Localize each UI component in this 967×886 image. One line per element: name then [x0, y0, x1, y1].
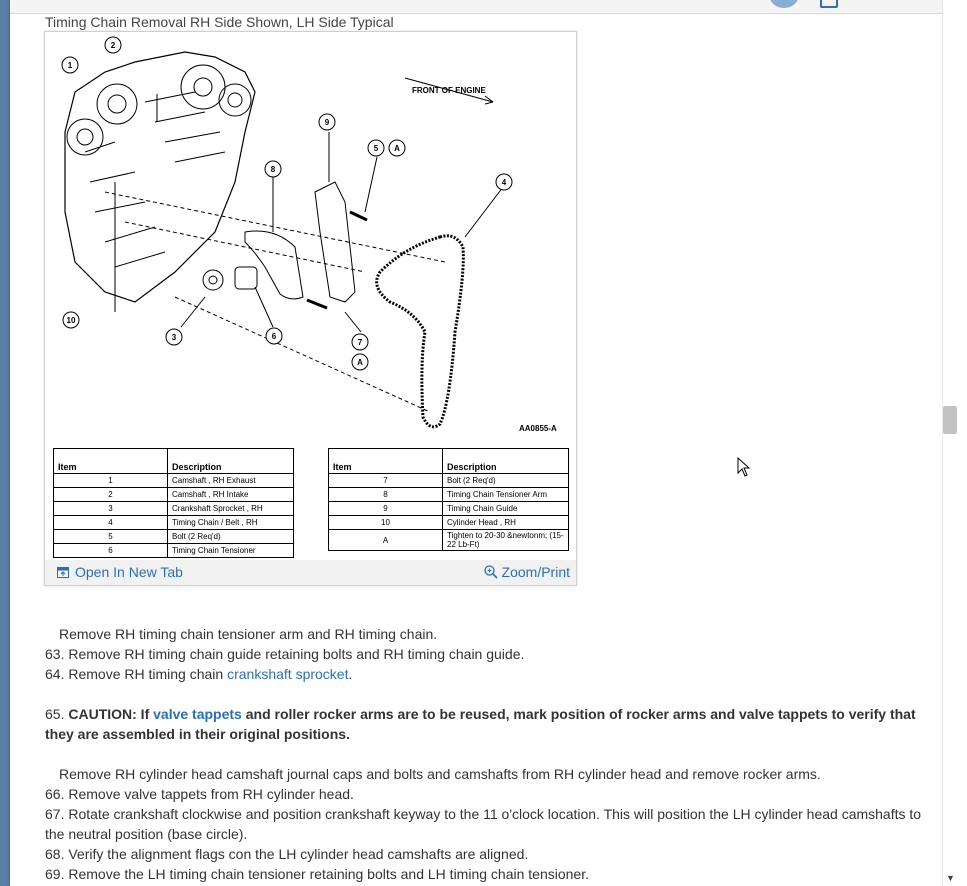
step-62: Remove RH timing chain tensioner arm and… [59, 626, 438, 642]
callout-7: 7 [358, 338, 363, 347]
parts-table-right: Item Description 7 Bolt (2 Req'd) 8 Timing… [328, 448, 569, 551]
item-cell: 5 [53, 529, 168, 544]
desc-cell: Camshaft , RH Intake [167, 487, 294, 502]
desc-cell: Bolt (2 Req'd) [442, 473, 569, 488]
open-in-new-tab-label: Open In New Tab [75, 564, 183, 580]
table-row: 5 Bolt (2 Req'd) [53, 529, 294, 544]
step-67: 67. Rotate crankshaft clockwise and posi… [45, 806, 922, 842]
timing-chain-diagram: FRONT OF ENGINE AA0855-A 1 2 3 4 5 6 7 8… [61, 36, 557, 433]
col-header-item: Item [53, 448, 168, 474]
step-69: 69. Remove the LH timing chain tensioner… [45, 866, 589, 882]
table-row: 2 Camshaft , RH Intake [53, 487, 294, 502]
callout-a-top: A [394, 144, 400, 153]
desc-cell: Camshaft , RH Exhaust [167, 473, 294, 488]
step-63: 63. Remove RH timing chain guide retaini… [45, 646, 525, 662]
step-65: 65. CAUTION: If valve tappets and roller… [45, 706, 916, 742]
table-row: 8 Timing Chain Tensioner Arm [328, 487, 569, 502]
valve-tappets-link[interactable]: valve tappets [153, 706, 242, 722]
zoom-in-icon [483, 565, 498, 579]
desc-cell: Timing Chain Guide [442, 501, 569, 516]
table-row: 10 Cylinder Head , RH [328, 515, 569, 530]
avatar[interactable] [770, 0, 798, 8]
item-cell: 4 [53, 515, 168, 530]
item-cell: 8 [328, 487, 443, 502]
figure-title: Timing Chain Removal RH Side Shown, LH S… [45, 14, 394, 30]
table-row: 7 Bolt (2 Req'd) [328, 473, 569, 488]
callout-3: 3 [172, 333, 177, 342]
step-64: 64. Remove RH timing chain crankshaft sp… [45, 666, 353, 682]
zoom-print-label: Zoom/Print [501, 564, 570, 580]
col-header-item: Item [328, 448, 443, 474]
callout-1: 1 [68, 61, 73, 70]
parts-table-left: Item Description 1 Camshaft , RH Exhaust … [53, 448, 294, 558]
item-cell: 9 [328, 501, 443, 516]
table-row: 4 Timing Chain / Belt , RH [53, 515, 294, 530]
zoom-print-link[interactable]: Zoom/Print [483, 564, 570, 580]
notification-icon[interactable] [820, 0, 838, 8]
open-in-new-tab-link[interactable]: Open In New Tab [57, 564, 183, 580]
item-cell: 7 [328, 473, 443, 488]
scrollbar-track[interactable] [942, 0, 967, 886]
table-row: A Tighten to 20-30 &newtonm; (15-22 Lb-Ft… [328, 529, 569, 551]
step-66: 66. Remove valve tappets from RH cylinde… [45, 786, 354, 802]
col-header-description: Description [442, 448, 569, 474]
desc-cell: Timing Chain Tensioner [167, 543, 294, 558]
new-tab-icon [57, 566, 69, 578]
table-row: 1 Camshaft , RH Exhaust [53, 473, 294, 488]
figure-footer: Open In New Tab Zoom/Print [45, 560, 576, 585]
desc-cell: Cylinder Head , RH [442, 515, 569, 530]
item-cell: 2 [53, 487, 168, 502]
item-cell: A [328, 529, 443, 551]
callout-a-bottom: A [357, 358, 363, 367]
step-65-note: Remove RH cylinder head camshaft journal… [59, 766, 821, 782]
mouse-cursor-icon [737, 457, 751, 477]
table-row: 6 Timing Chain Tensioner [53, 543, 294, 558]
callout-6: 6 [272, 332, 277, 341]
callout-2: 2 [111, 41, 116, 50]
table-row: 3 Crankshaft Sprocket , RH [53, 501, 294, 516]
item-cell: 3 [53, 501, 168, 516]
figure-container: FRONT OF ENGINE AA0855-A 1 2 3 4 5 6 7 8… [44, 31, 577, 586]
item-cell: 6 [53, 543, 168, 558]
table-row: 9 Timing Chain Guide [328, 501, 569, 516]
item-cell: 1 [53, 473, 168, 488]
col-header-description: Description [167, 448, 294, 474]
desc-cell: Timing Chain / Belt , RH [167, 515, 294, 530]
item-cell: 10 [328, 515, 443, 530]
callout-9: 9 [325, 118, 330, 127]
callout-4: 4 [502, 178, 507, 187]
crankshaft-sprocket-link[interactable]: crankshaft sprocket [227, 666, 348, 682]
desc-cell: Timing Chain Tensioner Arm [442, 487, 569, 502]
scrollbar-thumb[interactable] [943, 406, 957, 434]
scroll-down-arrow-icon[interactable]: ▼ [946, 873, 955, 883]
top-toolbar [10, 0, 942, 14]
callout-10: 10 [67, 316, 76, 325]
figure-code: AA0855-A [519, 424, 557, 433]
desc-cell: Tighten to 20-30 &newtonm; (15-22 Lb-Ft) [442, 529, 569, 551]
desktop-edge [0, 0, 10, 886]
desc-cell: Crankshaft Sprocket , RH [167, 501, 294, 516]
callout-8: 8 [271, 165, 276, 174]
desc-cell: Bolt (2 Req'd) [167, 529, 294, 544]
front-of-engine-label: FRONT OF ENGINE [412, 86, 486, 95]
callout-5: 5 [374, 144, 379, 153]
procedure-steps: Remove RH timing chain tensioner arm and… [45, 624, 935, 884]
step-68: 68. Verify the alignment flags con the L… [45, 846, 529, 862]
